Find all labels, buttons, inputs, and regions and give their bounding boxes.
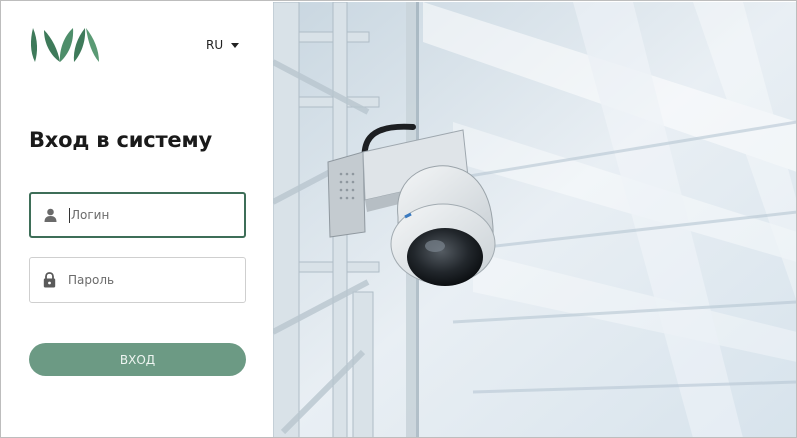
language-selector[interactable]: RU xyxy=(206,38,240,52)
hero-image xyxy=(273,2,796,437)
login-button[interactable]: ВХОД xyxy=(29,343,246,376)
caret-down-icon xyxy=(231,42,240,48)
language-code: RU xyxy=(206,38,224,52)
page-title: Вход в систему xyxy=(29,128,212,152)
password-field[interactable] xyxy=(29,257,246,303)
lock-icon xyxy=(42,272,56,288)
username-input[interactable] xyxy=(71,208,231,222)
user-icon xyxy=(43,207,57,223)
iva-logo xyxy=(30,28,99,62)
security-camera-illustration xyxy=(273,2,796,437)
username-field[interactable] xyxy=(29,192,246,238)
text-cursor xyxy=(69,207,70,223)
password-input[interactable] xyxy=(68,273,228,287)
app-window: RU Вход в систему Логин ВХОД xyxy=(0,0,797,438)
login-panel: RU Вход в систему Логин ВХОД xyxy=(2,2,273,437)
